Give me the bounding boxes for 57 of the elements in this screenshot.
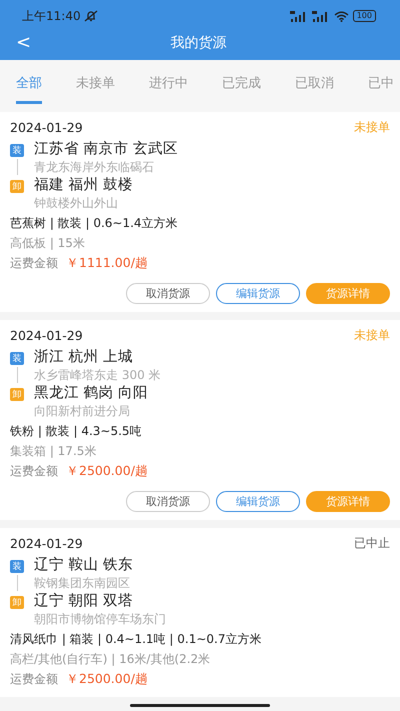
- page-title: 我的货源: [170, 34, 227, 52]
- muted-bell-icon: [84, 10, 98, 22]
- stop-address: 鞍钢集团东南园区: [34, 575, 131, 591]
- details-button[interactable]: 货源详情: [306, 283, 390, 304]
- stop-address: 钟鼓楼外山外山: [34, 195, 119, 211]
- goods-info: 芭蕉树 | 散装 | 0.6~1.4立方米: [10, 215, 179, 232]
- cargo-status: 未接单: [354, 118, 390, 136]
- filter-tab[interactable]: 进行中: [149, 74, 188, 104]
- signal-icon: [312, 10, 330, 22]
- unloading-tag: 卸: [10, 180, 24, 193]
- truck-info: 集装箱 | 17.5米: [10, 443, 98, 460]
- fee-label: 运费金额: [10, 463, 58, 480]
- signal-icon: [290, 10, 308, 22]
- details-button[interactable]: 货源详情: [306, 491, 390, 512]
- truck-info: 高低板 | 15米: [10, 235, 86, 252]
- stop-place: 福建 福州 鼓楼: [34, 176, 134, 195]
- home-indicator[interactable]: [130, 704, 270, 707]
- fee-label: 运费金额: [10, 255, 58, 272]
- stop-place: 江苏省 南京市 玄武区: [34, 140, 178, 159]
- wifi-icon: [334, 10, 349, 22]
- stop-place: 辽宁 朝阳 双塔: [34, 592, 134, 611]
- stop-place: 黑龙江 鹤岗 向阳: [34, 384, 148, 403]
- cancel-button[interactable]: 取消货源: [126, 491, 210, 512]
- edit-button[interactable]: 编辑货源: [216, 283, 300, 304]
- goods-info: 清风纸巾 | 箱装 | 0.4~1.1吨 | 0.1~0.7立方米: [10, 631, 262, 648]
- filter-tab[interactable]: 未接单: [76, 74, 115, 104]
- fee-label: 运费金额: [10, 671, 58, 688]
- cargo-status: 未接单: [354, 326, 390, 344]
- cargo-status: 已中止: [354, 534, 390, 552]
- edit-button[interactable]: 编辑货源: [216, 491, 300, 512]
- stop-place: 辽宁 鞍山 铁东: [34, 556, 134, 575]
- filter-tab[interactable]: 全部: [16, 74, 42, 104]
- stop-address: 朝阳市博物馆停车场东门: [34, 611, 166, 627]
- cargo-date: 2024-01-29: [10, 536, 83, 550]
- unloading-tag: 卸: [10, 388, 24, 401]
- filter-tab[interactable]: 已中: [368, 74, 394, 104]
- stop-address: 水乡雷峰塔东走 300 米: [34, 367, 161, 383]
- filter-tab[interactable]: 已取消: [295, 74, 334, 104]
- stop-address: 青龙东海岸外东临碣石: [34, 159, 155, 175]
- loading-tag: 装: [10, 144, 24, 157]
- stop-address: 向阳新村前进分局: [34, 403, 131, 419]
- battery-indicator: 100: [352, 10, 376, 22]
- cargo-date: 2024-01-29: [10, 120, 83, 134]
- unloading-tag: 卸: [10, 596, 24, 609]
- truck-info: 高栏/其他(自行车) | 16米/其他(2.2米: [10, 651, 212, 668]
- filter-tab[interactable]: 已完成: [222, 74, 261, 104]
- fee-amount: ￥1111.00/趟: [66, 254, 148, 272]
- loading-tag: 装: [10, 352, 24, 365]
- cancel-button[interactable]: 取消货源: [126, 283, 210, 304]
- stop-place: 浙江 杭州 上城: [34, 348, 134, 367]
- goods-info: 铁粉 | 散装 | 4.3~5.5吨: [10, 423, 143, 440]
- back-button[interactable]: <: [12, 33, 36, 53]
- cargo-date: 2024-01-29: [10, 328, 83, 342]
- fee-amount: ￥2500.00/趟: [66, 670, 148, 688]
- status-time: 上午11:40: [22, 8, 81, 24]
- loading-tag: 装: [10, 560, 24, 573]
- fee-amount: ￥2500.00/趟: [66, 462, 148, 480]
